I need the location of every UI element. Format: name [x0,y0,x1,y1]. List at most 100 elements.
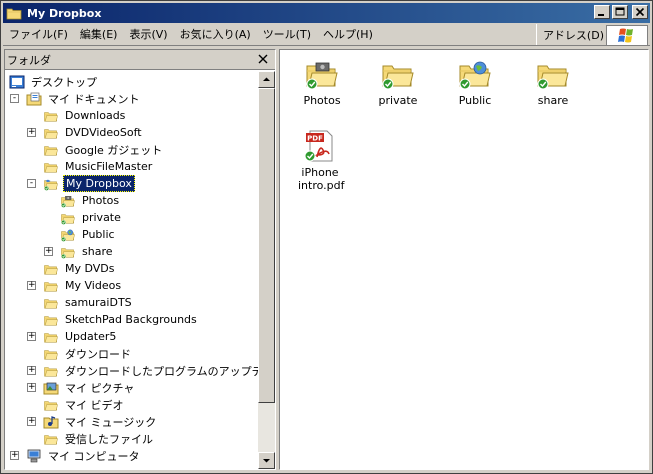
item-label: private [378,94,418,107]
collapse-button[interactable]: - [10,94,19,103]
tree-item-label: 受信したファイル [65,432,153,446]
tree-item[interactable]: ダウンロード [43,345,133,362]
tree-item[interactable]: - マイ ドキュメント [10,90,142,107]
tree-item[interactable]: Google ガジェット [43,141,164,158]
tree-item[interactable]: + ダウンロードしたプログラムのアップデート [27,362,259,379]
menu-help[interactable]: ヘルプ(H) [317,25,379,45]
tree-item[interactable]: Photos [60,192,121,209]
tree-item-label: My DVDs [65,262,115,275]
item-label: share [537,94,569,107]
tree-item[interactable]: + Updater5 [27,328,118,345]
tree-item[interactable]: + マイ ミュージック [27,413,158,430]
folder-icon [43,432,59,446]
tree-item[interactable]: + マイ コンピュータ [10,447,142,464]
scroll-thumb[interactable] [258,88,275,403]
expand-button[interactable]: + [27,366,36,375]
tree-item[interactable]: SketchPad Backgrounds [43,311,199,328]
tree-item[interactable]: My DVDs [43,260,117,277]
title-bar[interactable]: My Dropbox [3,3,650,23]
my-pictures-icon [43,381,59,395]
tree-item[interactable]: デスクトップ [9,73,99,90]
folder-icon [43,330,59,344]
expand-button[interactable]: + [27,332,36,341]
tree-item-label: デスクトップ [31,75,97,89]
close-button[interactable] [632,5,648,19]
synced-pdf-icon: PDF [303,130,337,162]
tree-item[interactable]: + マイ ピクチャ [27,379,136,396]
item-label: Photos [303,94,341,107]
tree-item[interactable]: samuraiDTS [43,294,134,311]
menu-tools[interactable]: ツール(T) [257,25,317,45]
tree-item-label: My Videos [65,279,122,292]
tree-item-label: Updater5 [65,330,117,343]
address-label: アドレス(D) [542,28,604,42]
folder-icon [43,143,59,157]
minimize-button[interactable] [594,5,610,19]
tree-item-label: share [82,245,113,258]
folder-icon [43,126,59,140]
scroll-down-button[interactable] [258,452,275,469]
arrow-up-icon [263,77,270,81]
menu-view[interactable]: 表示(V) [123,25,173,45]
explorer-window: My Dropbox ファイル(F) 編集(E) 表示(V) お気に入り(A) … [0,0,653,474]
tree-item[interactable]: - My Dropbox [27,175,135,192]
synced-folder-icon [536,58,570,90]
address-bar-toggle[interactable]: アドレス(D) [535,24,604,45]
folder-item[interactable]: Photos [282,58,362,107]
folder-tree: デスクトップ - マイ ドキュメント Downloads + DVDVideoSoft Go… [5,71,259,469]
folder-icon [43,109,59,123]
desktop-icon [9,75,25,89]
tree-item[interactable]: 受信したファイル [43,430,155,447]
expand-button[interactable]: + [27,281,36,290]
expand-button[interactable]: + [27,128,36,137]
tree-item[interactable]: Public [60,226,117,243]
collapse-button[interactable]: - [27,179,36,188]
tree-item-label: DVDVideoSoft [65,126,142,139]
my-documents-icon [26,92,42,106]
file-item[interactable]: PDF iPhone intro.pdf [280,130,360,192]
menu-file[interactable]: ファイル(F) [3,25,74,45]
tree-item[interactable]: + My Videos [27,277,123,294]
tree-item-label: MusicFileMaster [65,160,153,173]
tree-item[interactable]: + share [44,243,115,260]
synced-photos-folder-icon [305,58,339,90]
folder-icon [43,160,59,174]
tree-item[interactable]: + DVDVideoSoft [27,124,144,141]
scroll-up-button[interactable] [258,71,275,88]
synced-folder-icon [381,58,415,90]
tree-item[interactable]: マイ ビデオ [43,396,126,413]
tree-item-label: Downloads [65,109,126,122]
expand-button[interactable]: + [27,383,36,392]
folder-icon [43,313,59,327]
content-pane: Photos private Public share PDF iPhone intr… [279,49,649,470]
tree-item[interactable]: MusicFileMaster [43,158,154,175]
arrow-down-icon [263,459,270,463]
dropbox-folder-icon [43,177,59,191]
vertical-scrollbar[interactable] [258,71,275,469]
menu-favorites[interactable]: お気に入り(A) [174,25,257,45]
folder-item[interactable]: private [358,58,438,107]
synced-folder-icon [60,211,76,225]
synced-folder-icon [60,245,76,259]
item-label: iPhone intro.pdf [298,166,345,192]
tree-item[interactable]: private [60,209,123,226]
tree-item-label: ダウンロード [65,347,131,361]
folder-item[interactable]: share [513,58,593,107]
expand-button[interactable]: + [10,451,19,460]
close-icon [635,7,645,17]
synced-photos-folder-icon [60,194,76,208]
tree-item[interactable]: Downloads [43,107,127,124]
folder-icon [43,398,59,412]
throbber [606,25,648,46]
maximize-button[interactable] [612,5,628,19]
close-icon[interactable] [257,53,269,65]
expand-button[interactable]: + [44,247,53,256]
my-music-icon [43,415,59,429]
folder-item[interactable]: Public [435,58,515,107]
menu-bar: ファイル(F) 編集(E) 表示(V) お気に入り(A) ツール(T) ヘルプ(… [3,24,650,46]
minimize-icon [598,14,604,16]
expand-button[interactable]: + [27,417,36,426]
folder-pane: フォルダ デスクトップ - マイ ドキュメント Downloads + DVDVideoS… [4,49,276,470]
tree-item-label: Public [82,228,115,241]
menu-edit[interactable]: 編集(E) [74,25,124,45]
